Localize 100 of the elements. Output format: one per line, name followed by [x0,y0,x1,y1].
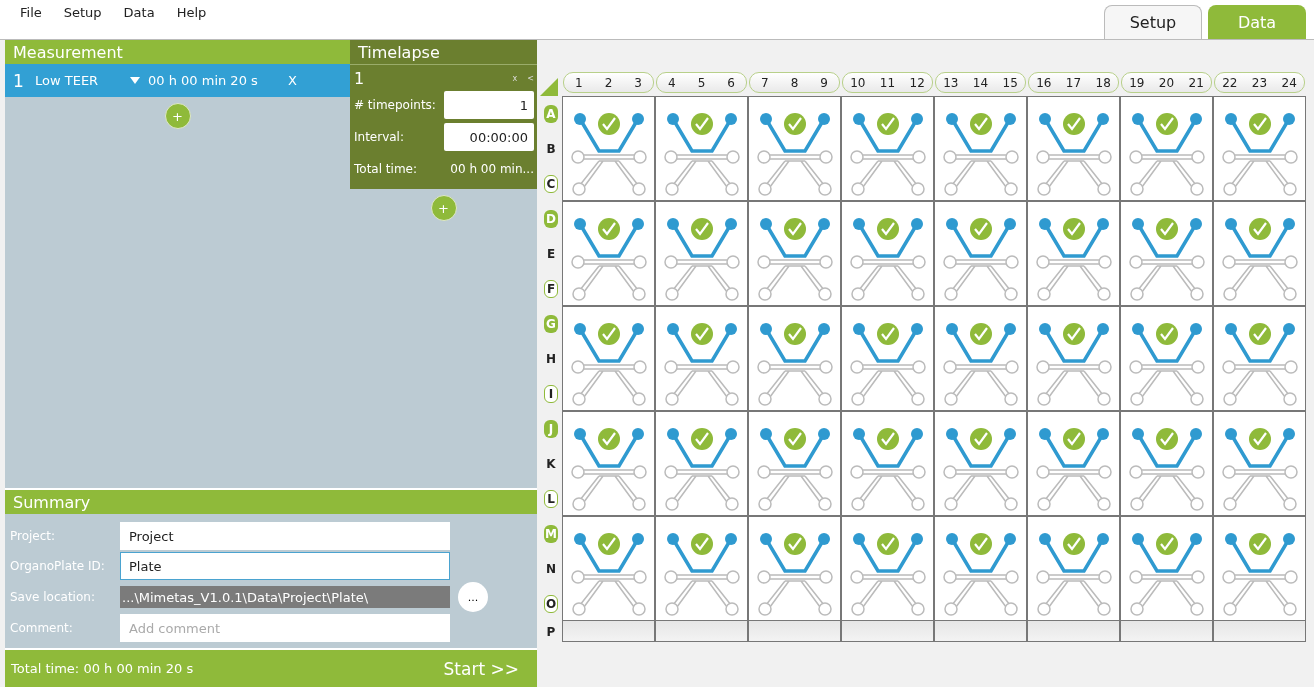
chip-cell[interactable] [1027,516,1120,621]
path-field[interactable]: ...\Mimetas_V1.0.1\Data\Project\Plate\ [120,586,450,608]
collapse-button[interactable]: < [527,73,534,83]
check-icon[interactable] [784,113,806,135]
check-icon[interactable] [970,323,992,345]
check-icon[interactable] [1249,323,1271,345]
corner-icon[interactable] [540,78,558,96]
check-icon[interactable] [1249,218,1271,240]
chip-cell[interactable] [1120,201,1213,306]
chip-cell[interactable] [934,411,1027,516]
chip-cell[interactable] [934,516,1027,621]
chip-cell[interactable] [748,306,841,411]
menu-item[interactable]: Setup [63,5,102,20]
chip-cell[interactable] [562,516,655,621]
chip-cell[interactable] [562,411,655,516]
chip-cell[interactable] [1120,516,1213,621]
column-group-header[interactable]: 4 5 6 [656,72,747,93]
column-group-header[interactable]: 7 8 9 [749,72,840,93]
check-icon[interactable] [1063,323,1085,345]
check-icon[interactable] [970,533,992,555]
menu-item[interactable]: Data [123,5,155,20]
caret-icon[interactable] [130,77,140,84]
chip-cell[interactable] [562,201,655,306]
browse-button[interactable]: ... [458,582,488,612]
chip-cell[interactable] [841,516,934,621]
check-icon[interactable] [598,428,620,450]
check-icon[interactable] [877,428,899,450]
chip-cell[interactable] [934,306,1027,411]
column-group-header[interactable]: 10 11 12 [842,72,933,93]
chip-cell[interactable] [655,411,748,516]
check-icon[interactable] [1156,218,1178,240]
row-label[interactable]: B [544,139,558,158]
check-icon[interactable] [1063,428,1085,450]
chip-cell[interactable] [1120,306,1213,411]
chip-cell[interactable] [655,201,748,306]
check-icon[interactable] [691,323,713,345]
check-icon[interactable] [598,218,620,240]
input-field[interactable]: Plate [120,552,450,580]
chip-cell[interactable] [748,201,841,306]
chip-cell[interactable] [1120,411,1213,516]
chip-cell[interactable] [1213,96,1306,201]
chip-cell[interactable] [655,96,748,201]
check-icon[interactable] [598,533,620,555]
check-icon[interactable] [877,218,899,240]
row-label[interactable]: H [544,349,558,368]
chip-cell[interactable] [841,411,934,516]
chip-cell[interactable] [1213,306,1306,411]
chip-cell[interactable] [748,411,841,516]
chip-cell[interactable] [1120,96,1213,201]
check-icon[interactable] [970,218,992,240]
check-icon[interactable] [598,113,620,135]
row-label[interactable]: L [544,489,558,508]
chip-cell[interactable] [562,96,655,201]
row-label[interactable]: O [544,594,558,613]
row-label[interactable]: I [544,384,558,403]
chip-cell[interactable] [1027,96,1120,201]
check-icon[interactable] [1249,428,1271,450]
input-field[interactable]: 00:00:00 [444,123,534,151]
check-icon[interactable] [1156,113,1178,135]
chip-cell[interactable] [1213,201,1306,306]
menu-item[interactable]: Help [176,5,207,20]
chip-cell[interactable] [1027,411,1120,516]
check-icon[interactable] [784,428,806,450]
row-label[interactable]: F [544,279,558,298]
input-field[interactable]: Project [120,522,450,550]
column-group-header[interactable]: 1 2 3 [563,72,654,93]
chip-cell[interactable] [655,306,748,411]
check-icon[interactable] [784,323,806,345]
input-field[interactable]: 1 [444,91,534,119]
check-icon[interactable] [691,218,713,240]
row-label[interactable]: C [544,174,558,193]
check-icon[interactable] [1156,323,1178,345]
chip-cell[interactable] [1027,201,1120,306]
check-icon[interactable] [598,323,620,345]
column-group-header[interactable]: 16 17 18 [1028,72,1119,93]
column-group-header[interactable]: 22 23 24 [1214,72,1305,93]
column-group-header[interactable]: 19 20 21 [1121,72,1212,93]
chip-cell[interactable] [841,201,934,306]
row-label[interactable]: K [544,454,558,473]
row-label[interactable]: P [540,621,562,642]
check-icon[interactable] [877,533,899,555]
check-icon[interactable] [1156,533,1178,555]
check-icon[interactable] [1156,428,1178,450]
check-icon[interactable] [1063,113,1085,135]
chip-cell[interactable] [748,516,841,621]
check-icon[interactable] [1249,113,1271,135]
chip-cell[interactable] [655,516,748,621]
check-icon[interactable] [691,113,713,135]
column-group-header[interactable]: 13 14 15 [935,72,1026,93]
chip-cell[interactable] [934,96,1027,201]
check-icon[interactable] [784,533,806,555]
check-icon[interactable] [970,113,992,135]
check-icon[interactable] [1063,533,1085,555]
check-icon[interactable] [877,323,899,345]
chip-cell[interactable] [748,96,841,201]
menu-item[interactable]: File [20,5,42,20]
chip-cell[interactable] [841,96,934,201]
check-icon[interactable] [784,218,806,240]
chip-cell[interactable] [562,306,655,411]
row-label[interactable]: N [544,559,558,578]
